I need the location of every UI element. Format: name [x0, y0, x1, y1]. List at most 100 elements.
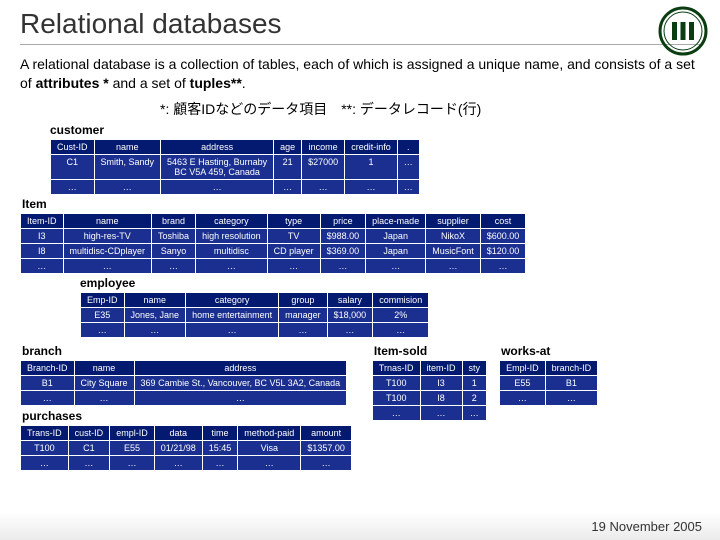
table-cell: NikoX	[426, 229, 480, 243]
table-cell: …	[426, 259, 480, 273]
table-cell: B1	[21, 376, 74, 390]
table-cell: …	[373, 406, 420, 420]
column-header: empl-ID	[110, 426, 154, 440]
table-cell: …	[110, 456, 154, 470]
tuples-bold: tuples**	[190, 75, 242, 91]
table-cell: …	[328, 323, 373, 337]
table-cell: T100	[373, 376, 420, 390]
table-cell: Japan	[366, 229, 425, 243]
table-cell: multidisc-CDplayer	[64, 244, 152, 258]
table-row: T100I82	[373, 391, 486, 405]
table-row: E35Jones, Janehome entertainmentmanager$…	[81, 308, 428, 322]
column-header: group	[279, 293, 327, 307]
table-cell: CD player	[268, 244, 320, 258]
table-cell: …	[366, 259, 425, 273]
table-row: B1City Square369 Cambie St., Vancouver, …	[21, 376, 346, 390]
table-cell: Sanyo	[152, 244, 195, 258]
table-cell: …	[500, 391, 545, 405]
table-row: I8multidisc-CDplayerSanyomultidiscCD pla…	[21, 244, 525, 258]
column-header: Empl-ID	[500, 361, 545, 375]
table-cell: …	[301, 456, 351, 470]
column-header: supplier	[426, 214, 480, 228]
table-row: ………………………	[21, 259, 525, 273]
table-cell: …	[21, 259, 63, 273]
table-cell: multidisc	[196, 244, 267, 258]
table-row: I3high-res-TVToshibahigh resolutionTV$98…	[21, 229, 525, 243]
intro-text: A relational database is a collection of…	[20, 55, 700, 93]
table-cell: 369 Cambie St., Vancouver, BC V5L 3A2, C…	[135, 376, 347, 390]
column-header: time	[203, 426, 238, 440]
table-cell: $988.00	[321, 229, 366, 243]
table-cell: …	[373, 323, 428, 337]
table-cell: home entertainment	[186, 308, 278, 322]
table-cell: I8	[421, 391, 462, 405]
table-row: T100C1E5501/21/9815:45Visa$1357.00	[21, 441, 351, 455]
column-header: Trans-ID	[21, 426, 68, 440]
column-header: Trnas-ID	[373, 361, 420, 375]
table-cell: …	[398, 180, 419, 194]
table-row: E55B1	[500, 376, 597, 390]
column-header: commision	[373, 293, 428, 307]
column-header: credit-info	[345, 140, 397, 154]
table-cell: …	[546, 391, 598, 405]
table-row: C1Smith, Sandy5463 E Hasting, BurnabyBC …	[51, 155, 419, 179]
item-label: Item	[22, 197, 700, 211]
intro-mid: and a set of	[109, 75, 190, 91]
table-cell: Jones, Jane	[125, 308, 186, 322]
table-cell: …	[421, 406, 462, 420]
item-table: Item-IDnamebrandcategorytypepriceplace-m…	[20, 213, 526, 274]
table-cell: 21	[274, 155, 301, 179]
customer-table: Cust-IDnameaddressageincomecredit-info.C…	[50, 139, 420, 195]
table-cell: …	[238, 456, 300, 470]
table-cell: …	[345, 180, 397, 194]
table-cell: …	[196, 259, 267, 273]
table-cell: Japan	[366, 244, 425, 258]
footnote: *: 顧客IDなどのデータ項目 **: データレコード(行)	[160, 99, 700, 119]
table-cell: 1	[345, 155, 397, 179]
table-cell: manager	[279, 308, 327, 322]
table-cell: Toshiba	[152, 229, 195, 243]
column-header: type	[268, 214, 320, 228]
column-header: sty	[463, 361, 487, 375]
table-cell: high-res-TV	[64, 229, 152, 243]
column-header: price	[321, 214, 366, 228]
column-header: name	[95, 140, 161, 154]
table-cell: …	[268, 259, 320, 273]
table-cell: I3	[21, 229, 63, 243]
table-cell: …	[203, 456, 238, 470]
column-header: salary	[328, 293, 373, 307]
table-row: …………………	[51, 180, 419, 194]
table-cell: E35	[81, 308, 124, 322]
table-cell: 15:45	[203, 441, 238, 455]
table-cell: T100	[21, 441, 68, 455]
table-cell: $600.00	[481, 229, 526, 243]
column-header: Cust-ID	[51, 140, 94, 154]
employee-label: employee	[80, 276, 700, 290]
column-header: brand	[152, 214, 195, 228]
table-cell: high resolution	[196, 229, 267, 243]
column-header: cost	[481, 214, 526, 228]
purchases-table: Trans-IDcust-IDempl-IDdatatimemethod-pai…	[20, 425, 352, 471]
column-header: item-ID	[421, 361, 462, 375]
column-header: income	[302, 140, 344, 154]
institution-logo-icon	[658, 6, 708, 56]
table-cell: 01/21/98	[155, 441, 202, 455]
column-header: age	[274, 140, 301, 154]
table-cell: …	[69, 456, 110, 470]
intro-end: .	[242, 75, 246, 91]
table-cell: …	[21, 456, 68, 470]
slide-date: 19 November 2005	[591, 519, 702, 534]
purchases-label: purchases	[22, 409, 352, 423]
table-cell: T100	[373, 391, 420, 405]
column-header: branch-ID	[546, 361, 598, 375]
column-header: place-made	[366, 214, 425, 228]
table-cell: …	[463, 406, 487, 420]
table-cell: 1	[463, 376, 487, 390]
table-cell: E55	[500, 376, 545, 390]
table-cell: …	[481, 259, 526, 273]
table-cell: …	[155, 456, 202, 470]
table-cell: MusicFont	[426, 244, 480, 258]
table-cell: 2%	[373, 308, 428, 322]
table-cell: …	[81, 323, 124, 337]
table-cell: …	[75, 391, 134, 405]
